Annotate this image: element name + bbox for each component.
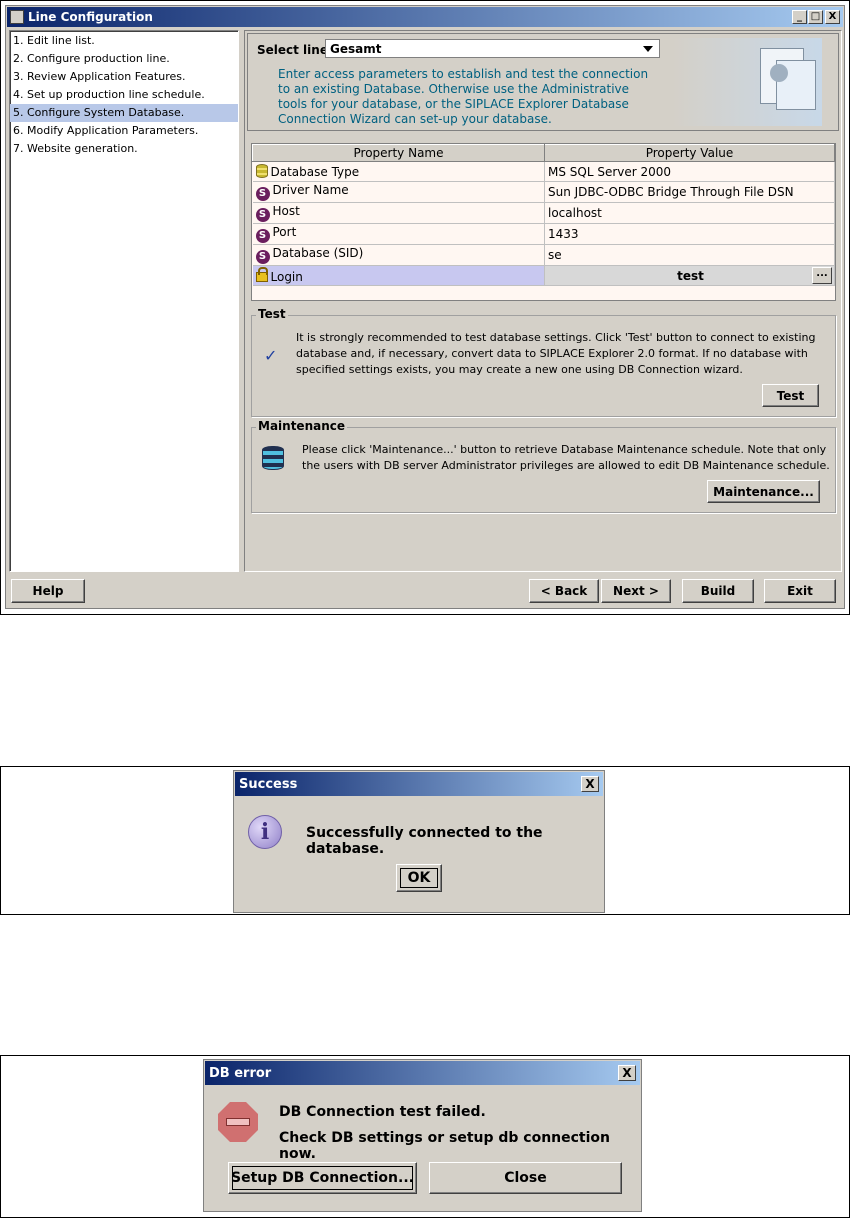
step-item[interactable]: 6. Modify Application Parameters. xyxy=(10,122,238,140)
next-button[interactable]: Next > xyxy=(601,579,671,603)
error-dialog-frame: DB error X DB Connection test failed. Ch… xyxy=(0,1055,850,1218)
column-header-property-name[interactable]: Property Name xyxy=(252,144,545,162)
maximize-button[interactable]: □ xyxy=(808,10,823,24)
step-item-selected[interactable]: 5. Configure System Database. xyxy=(10,104,238,122)
step-item[interactable]: 2. Configure production line. xyxy=(10,50,238,68)
steps-list: 1. Edit line list. 2. Configure producti… xyxy=(9,30,239,572)
close-button[interactable]: X xyxy=(825,10,840,24)
maintenance-group-label: Maintenance xyxy=(256,419,348,433)
database-icon xyxy=(255,164,268,178)
property-value[interactable]: se xyxy=(544,244,835,266)
intro-text: Enter access parameters to establish and… xyxy=(278,67,649,126)
property-name: Database Type xyxy=(270,165,360,179)
main-window-frame: Line Configuration _ □ X 1. Edit line li… xyxy=(0,0,850,615)
property-value[interactable]: 1433 xyxy=(544,223,835,245)
setup-db-connection-button[interactable]: Setup DB Connection... xyxy=(228,1162,417,1194)
property-value[interactable]: MS SQL Server 2000 xyxy=(544,161,835,182)
exit-button[interactable]: Exit xyxy=(764,579,836,603)
title-bar[interactable]: Line Configuration _ □ X xyxy=(7,7,843,27)
header-area: Select line: Gesamt Enter access paramet… xyxy=(247,33,839,131)
select-line-dropdown[interactable]: Gesamt xyxy=(325,39,660,58)
chevron-down-icon[interactable] xyxy=(643,46,653,52)
lock-icon xyxy=(255,266,268,282)
table-row[interactable]: S Database (SID) se xyxy=(252,244,835,266)
error-dialog-title-bar[interactable]: DB error X xyxy=(205,1061,640,1085)
property-value[interactable]: localhost xyxy=(544,202,835,224)
window-title: Line Configuration xyxy=(28,10,153,24)
test-group: Test ✓ It is strongly recommended to tes… xyxy=(251,307,836,417)
test-group-label: Test xyxy=(256,307,288,321)
select-line-value: Gesamt xyxy=(330,42,382,56)
app-icon xyxy=(10,10,24,24)
back-button[interactable]: < Back xyxy=(529,579,599,603)
content-panel: Select line: Gesamt Enter access paramet… xyxy=(244,30,842,572)
step-item[interactable]: 7. Website generation. xyxy=(10,140,238,158)
success-dialog-title-bar[interactable]: Success X xyxy=(235,772,603,796)
string-icon: S xyxy=(255,250,270,264)
string-icon: S xyxy=(255,208,270,222)
checkmark-icon: ✓ xyxy=(264,346,278,365)
maintenance-button[interactable]: Maintenance... xyxy=(707,480,820,503)
db-error-dialog: DB error X DB Connection test failed. Ch… xyxy=(203,1059,642,1212)
property-value[interactable]: test xyxy=(677,269,704,283)
minimize-button[interactable]: _ xyxy=(792,10,807,24)
maintenance-group: Maintenance Please click 'Maintenance...… xyxy=(251,419,836,513)
property-name: Database (SID) xyxy=(272,246,364,260)
database-maintenance-icon xyxy=(262,446,284,470)
info-icon: i xyxy=(248,815,282,849)
success-dialog-title: Success xyxy=(239,776,298,792)
property-table: Property Name Property Value Database Ty… xyxy=(251,143,836,301)
success-dialog-frame: Success X i Successfully connected to th… xyxy=(0,766,850,915)
maintenance-description: Please click 'Maintenance...' button to … xyxy=(302,443,830,472)
column-header-property-value[interactable]: Property Value xyxy=(544,144,835,162)
test-button[interactable]: Test xyxy=(762,384,819,407)
string-icon: S xyxy=(255,187,270,201)
close-dialog-button[interactable]: Close xyxy=(429,1162,622,1194)
error-dialog-title: DB error xyxy=(209,1065,272,1081)
table-row[interactable]: Database Type MS SQL Server 2000 xyxy=(252,161,835,182)
help-button[interactable]: Help xyxy=(11,579,85,603)
table-row[interactable]: S Port 1433 xyxy=(252,223,835,245)
success-message: Successfully connected to the database. xyxy=(306,825,543,857)
step-item[interactable]: 1. Edit line list. xyxy=(10,32,238,50)
property-name: Host xyxy=(272,204,300,218)
error-stop-icon xyxy=(218,1102,258,1142)
step-item[interactable]: 3. Review Application Features. xyxy=(10,68,238,86)
string-icon: S xyxy=(255,229,270,243)
table-row[interactable]: S Driver Name Sun JDBC-ODBC Bridge Throug… xyxy=(252,181,835,203)
database-chart-illustration xyxy=(672,38,822,126)
success-dialog: Success X i Successfully connected to th… xyxy=(233,770,605,913)
error-message-line-2: Check DB settings or setup db connection… xyxy=(279,1130,611,1162)
property-value[interactable]: Sun JDBC-ODBC Bridge Through File DSN xyxy=(544,181,835,203)
error-message-line-1: DB Connection test failed. xyxy=(279,1104,486,1120)
step-item[interactable]: 4. Set up production line schedule. xyxy=(10,86,238,104)
line-configuration-window: Line Configuration _ □ X 1. Edit line li… xyxy=(5,5,845,609)
login-ellipsis-button[interactable]: ... xyxy=(812,267,832,284)
success-dialog-close-button[interactable]: X xyxy=(581,776,599,792)
error-dialog-close-button[interactable]: X xyxy=(618,1065,636,1081)
table-row[interactable]: S Host localhost xyxy=(252,202,835,224)
build-button[interactable]: Build xyxy=(682,579,754,603)
property-name: Driver Name xyxy=(272,183,349,197)
property-name: Port xyxy=(272,225,297,239)
test-description: It is strongly recommended to test datab… xyxy=(296,331,816,376)
property-name: Login xyxy=(270,269,303,284)
table-row-selected[interactable]: Login test... xyxy=(252,265,835,286)
ok-button[interactable]: OK xyxy=(396,864,442,892)
select-line-label: Select line: xyxy=(257,43,333,57)
